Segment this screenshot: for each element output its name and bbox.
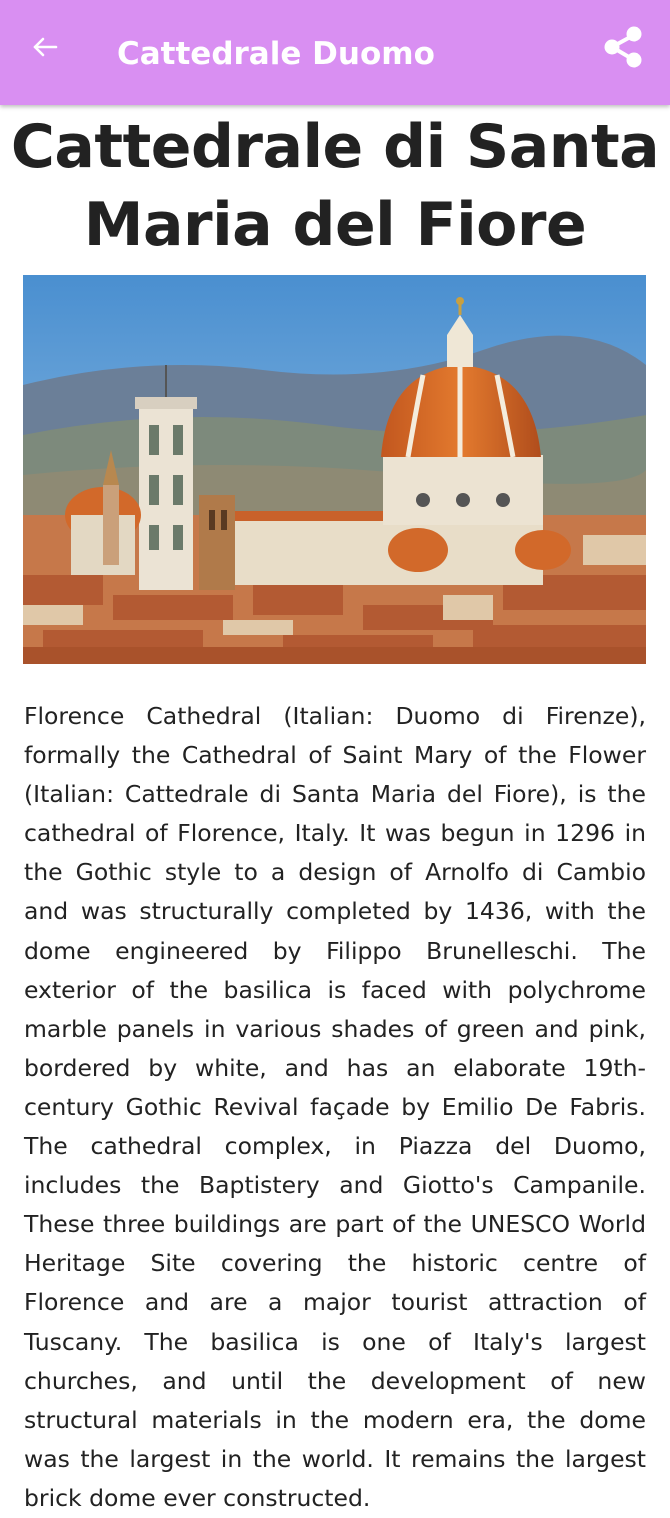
share-icon — [604, 26, 642, 68]
cathedral-image — [23, 275, 646, 664]
app-bar: Cattedrale Duomo — [0, 0, 670, 105]
description-text: Florence Cathedral (Italian: Duomo di Fi… — [24, 702, 646, 1512]
appbar-title: Cattedrale Duomo — [117, 36, 435, 72]
share-button[interactable] — [598, 22, 648, 72]
back-button[interactable] — [20, 25, 68, 73]
cathedral-photo — [23, 275, 646, 664]
page-title: Cattedrale di Santa Maria del Fiore — [10, 112, 660, 260]
arrow-left-icon — [33, 37, 58, 57]
